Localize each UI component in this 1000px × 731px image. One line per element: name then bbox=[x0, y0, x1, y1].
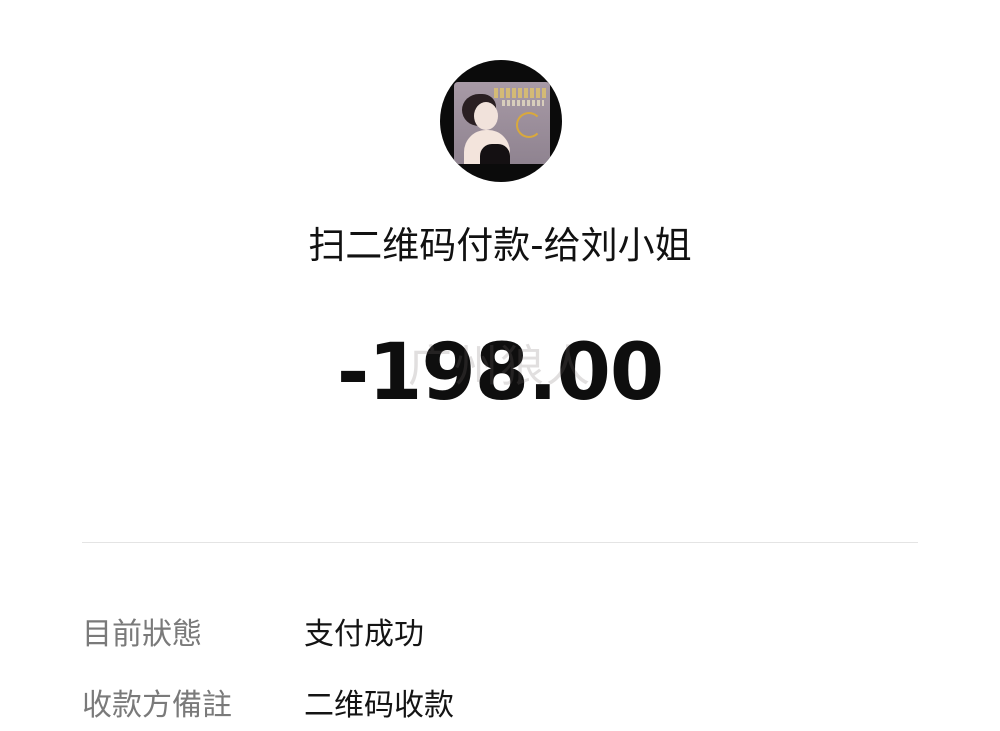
detail-value: 二维码收款 bbox=[304, 688, 454, 723]
transaction-detail-screen: 扫二维码付款-给刘小姐 -198.00 广州狼人 目前狀態 支付成功 收款方備註… bbox=[0, 0, 1000, 726]
detail-value: 支付成功 bbox=[304, 617, 424, 652]
moon-icon bbox=[516, 112, 542, 138]
detail-label: 目前狀態 bbox=[82, 617, 202, 652]
avatar-figure-cloth bbox=[480, 144, 510, 164]
payment-amount: -198.00 bbox=[336, 328, 664, 418]
avatar-figure-face bbox=[474, 102, 498, 130]
avatar-decor-text bbox=[494, 88, 546, 98]
avatar-decor-subtext bbox=[502, 100, 544, 106]
detail-row-payee-note: 收款方備註 二维码收款 bbox=[82, 681, 918, 731]
payment-title: 扫二维码付款-给刘小姐 bbox=[308, 224, 692, 267]
merchant-avatar[interactable] bbox=[440, 60, 562, 182]
detail-label: 收款方備註 bbox=[82, 688, 232, 723]
section-divider bbox=[82, 542, 918, 543]
avatar-image bbox=[454, 82, 550, 164]
detail-row-status: 目前狀態 支付成功 bbox=[82, 610, 918, 660]
